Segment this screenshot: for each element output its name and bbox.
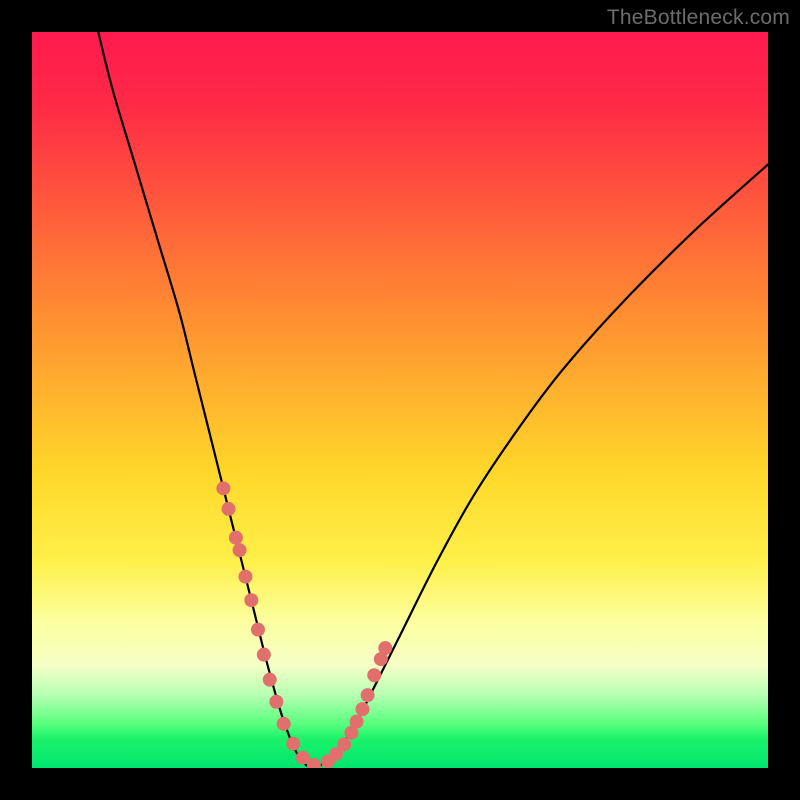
plot-area [32, 32, 768, 768]
curve-marker [269, 695, 283, 709]
curve-marker [355, 702, 369, 716]
curve-marker [350, 715, 364, 729]
curve-marker [367, 668, 381, 682]
bottleneck-curve [98, 32, 768, 768]
curve-marker-group [216, 481, 392, 768]
curve-marker [361, 688, 375, 702]
chart-stage: TheBottleneck.com [0, 0, 800, 800]
curve-marker [216, 481, 230, 495]
curve-marker [277, 717, 291, 731]
curve-marker [222, 502, 236, 516]
watermark-text: TheBottleneck.com [607, 6, 790, 30]
curve-marker [233, 543, 247, 557]
curve-marker [229, 531, 243, 545]
curve-marker [263, 673, 277, 687]
curve-marker [238, 570, 252, 584]
curve-marker [378, 641, 392, 655]
curve-marker [244, 593, 258, 607]
curve-marker [337, 737, 351, 751]
chart-svg [32, 32, 768, 768]
curve-marker [286, 737, 300, 751]
curve-marker [257, 648, 271, 662]
curve-marker [251, 623, 265, 637]
